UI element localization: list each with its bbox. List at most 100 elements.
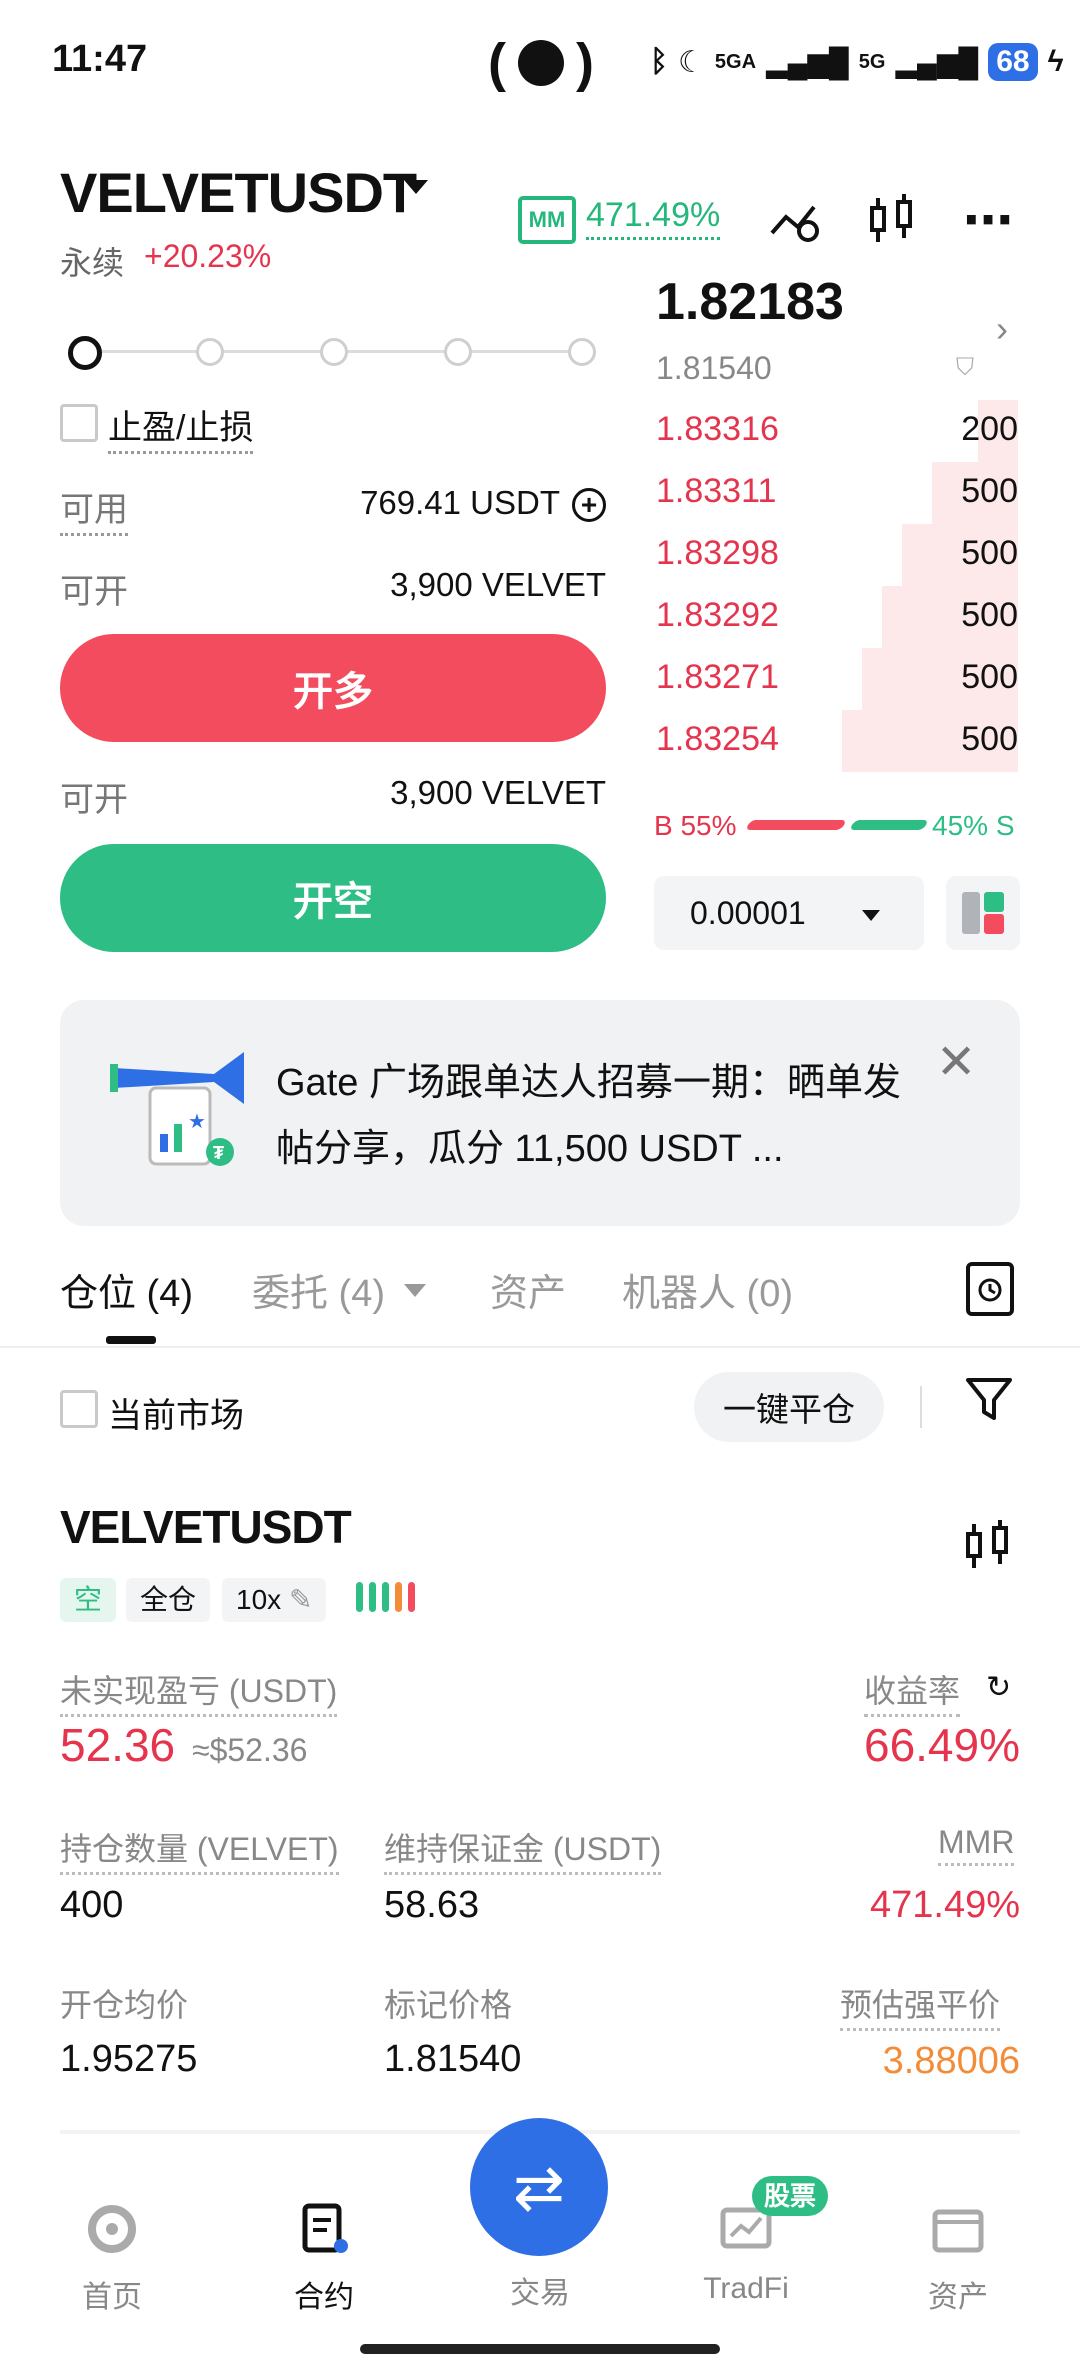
ask-qty: 200 xyxy=(961,410,1018,448)
chevron-down-icon[interactable] xyxy=(862,910,880,921)
tab-assets[interactable]: 资产 xyxy=(490,1262,566,1317)
chevron-down-icon[interactable] xyxy=(404,180,428,194)
open-long-button[interactable]: 开多 xyxy=(60,634,606,742)
side-badge: 空 xyxy=(60,1578,117,1622)
roe-value: 66.49% xyxy=(863,1719,1020,1771)
ask-row[interactable]: 1.83311 500 xyxy=(656,462,1018,524)
mark-price-label: 标记价格 xyxy=(384,1987,513,2023)
moon-icon: ☾ xyxy=(678,45,705,79)
tab-bots[interactable]: 机器人 (0) xyxy=(622,1262,793,1317)
chevron-right-icon[interactable]: › xyxy=(996,308,1008,350)
ask-qty: 500 xyxy=(961,472,1018,510)
signal-bars-icon: ▂▄▆█ xyxy=(895,46,979,78)
leverage-badge[interactable]: 10x ✎ xyxy=(222,1578,327,1622)
ask-row[interactable]: 1.83292 500 xyxy=(656,586,1018,648)
ask-row[interactable]: 1.83298 500 xyxy=(656,524,1018,586)
trumpet-icon: ★ ₮ xyxy=(104,1038,254,1178)
tab-active-indicator xyxy=(106,1336,156,1344)
slider-mark-100[interactable] xyxy=(568,338,596,366)
buy-ratio: B 55% xyxy=(654,810,737,841)
ask-price: 1.83298 xyxy=(656,534,779,572)
ask-qty: 500 xyxy=(961,658,1018,696)
signal-bars-icon: ▂▄▆█ xyxy=(766,46,849,78)
nav-trade-label[interactable]: 交易 xyxy=(500,2268,580,2312)
close-icon[interactable]: ✕ xyxy=(936,1034,976,1090)
ask-row[interactable]: 1.83254 500 xyxy=(656,710,1018,772)
tab-positions[interactable]: 仓位 (4) xyxy=(60,1262,193,1317)
ask-qty: 500 xyxy=(961,720,1018,758)
can-open-long-value: 3,900 VELVET xyxy=(390,566,606,603)
ask-price: 1.83254 xyxy=(656,720,779,758)
contract-type: 永续 xyxy=(60,245,125,281)
slider-mark-25[interactable] xyxy=(196,338,224,366)
mmr-value: 471.49% xyxy=(869,1884,1020,1926)
battery-indicator: 68 xyxy=(988,43,1038,81)
svg-text:₮: ₮ xyxy=(213,1143,224,1163)
size-label: 持仓数量 (VELVET) xyxy=(60,1824,339,1875)
sell-ratio: 45% S xyxy=(932,810,1015,841)
mark-price-value: 1.81540 xyxy=(384,2038,522,2080)
slider-handle[interactable] xyxy=(68,336,102,370)
status-icons: ᛒ ☾ 5GA ▂▄▆█ 5G ▂▄▆█ 68 ϟ xyxy=(650,32,1063,92)
nav-tradfi-label: TradFi xyxy=(703,2272,789,2305)
edit-icon[interactable]: ✎ xyxy=(289,1584,312,1615)
current-market-checkbox[interactable] xyxy=(60,1390,98,1428)
candlestick-icon[interactable] xyxy=(962,1518,1014,1579)
tpsl-checkbox[interactable] xyxy=(60,404,98,442)
mm-ratio[interactable]: 471.49% xyxy=(586,196,721,240)
position-symbol[interactable]: VELVETUSDT xyxy=(60,1500,352,1554)
current-market-label[interactable]: 当前市场 xyxy=(108,1388,244,1437)
pnl-value: 52.36 xyxy=(60,1719,176,1771)
tpsl-label[interactable]: 止盈/止损 xyxy=(108,400,254,454)
home-indicator xyxy=(360,2344,720,2354)
close-all-button[interactable]: 一键平仓 xyxy=(694,1372,884,1442)
trade-swap-button[interactable]: ⇄ xyxy=(470,2118,608,2256)
divider xyxy=(920,1386,922,1428)
mmr-label: MMR xyxy=(938,1824,1015,1866)
signal-5ga-icon: 5GA xyxy=(714,50,757,73)
can-open-long-label: 可开 xyxy=(60,573,128,611)
candlestick-icon[interactable] xyxy=(862,190,922,250)
trend-line-icon[interactable] xyxy=(766,190,826,250)
mm-badge: MM xyxy=(518,196,576,244)
precision-select[interactable]: 0.00001 xyxy=(654,876,924,950)
home-icon xyxy=(85,2202,139,2256)
size-value: 400 xyxy=(60,1884,124,1926)
ask-row[interactable]: 1.83271 500 xyxy=(656,648,1018,710)
slider-mark-75[interactable] xyxy=(444,338,472,366)
ask-qty: 500 xyxy=(961,596,1018,634)
chevron-down-icon[interactable] xyxy=(404,1284,426,1297)
nav-home[interactable]: 首页 xyxy=(52,2186,172,2316)
nav-futures[interactable]: 合约 xyxy=(264,2186,384,2316)
pnl-label: 未实现盈亏 (USDT) xyxy=(60,1666,338,1717)
can-open-short-label: 可开 xyxy=(60,781,128,819)
open-short-button[interactable]: 开空 xyxy=(60,844,606,952)
refresh-icon[interactable]: ↻ xyxy=(986,1670,1011,1705)
dynamic-island-icon: ( ) xyxy=(488,33,594,93)
add-funds-icon[interactable]: + xyxy=(572,488,606,523)
tab-orders[interactable]: 委托 (4) xyxy=(252,1262,385,1317)
wallet-icon xyxy=(931,2202,985,2256)
tab-divider xyxy=(0,1346,1080,1348)
status-time: 11:47 xyxy=(52,38,148,80)
nav-futures-label: 合约 xyxy=(294,2281,354,2314)
pair-selector[interactable]: VELVETUSDT xyxy=(60,160,417,225)
signal-5g-icon: 5G xyxy=(858,50,886,73)
filter-icon[interactable] xyxy=(962,1372,1016,1426)
nav-home-label: 首页 xyxy=(82,2281,142,2314)
ask-row[interactable]: 1.83316 200 xyxy=(656,400,1018,462)
ask-price: 1.83271 xyxy=(656,658,779,696)
entry-price-value: 1.95275 xyxy=(60,2038,198,2080)
liq-price-value: 3.88006 xyxy=(882,2040,1020,2082)
banner-text[interactable]: Gate 广场跟单达人招募一期：晒单发帖分享，瓜分 11,500 USDT ..… xyxy=(276,1050,916,1182)
book-layout-button[interactable] xyxy=(946,876,1020,950)
nav-assets[interactable]: 资产 xyxy=(898,2186,1018,2316)
svg-text:★: ★ xyxy=(188,1111,206,1133)
history-document-icon[interactable] xyxy=(966,1262,1014,1316)
more-icon[interactable]: ⋯ xyxy=(958,190,1018,250)
ask-qty: 500 xyxy=(961,534,1018,572)
available-label: 可用 xyxy=(60,482,128,536)
slider-mark-50[interactable] xyxy=(320,338,348,366)
last-price: 1.82183 xyxy=(656,273,844,331)
contract-icon xyxy=(297,2202,351,2256)
